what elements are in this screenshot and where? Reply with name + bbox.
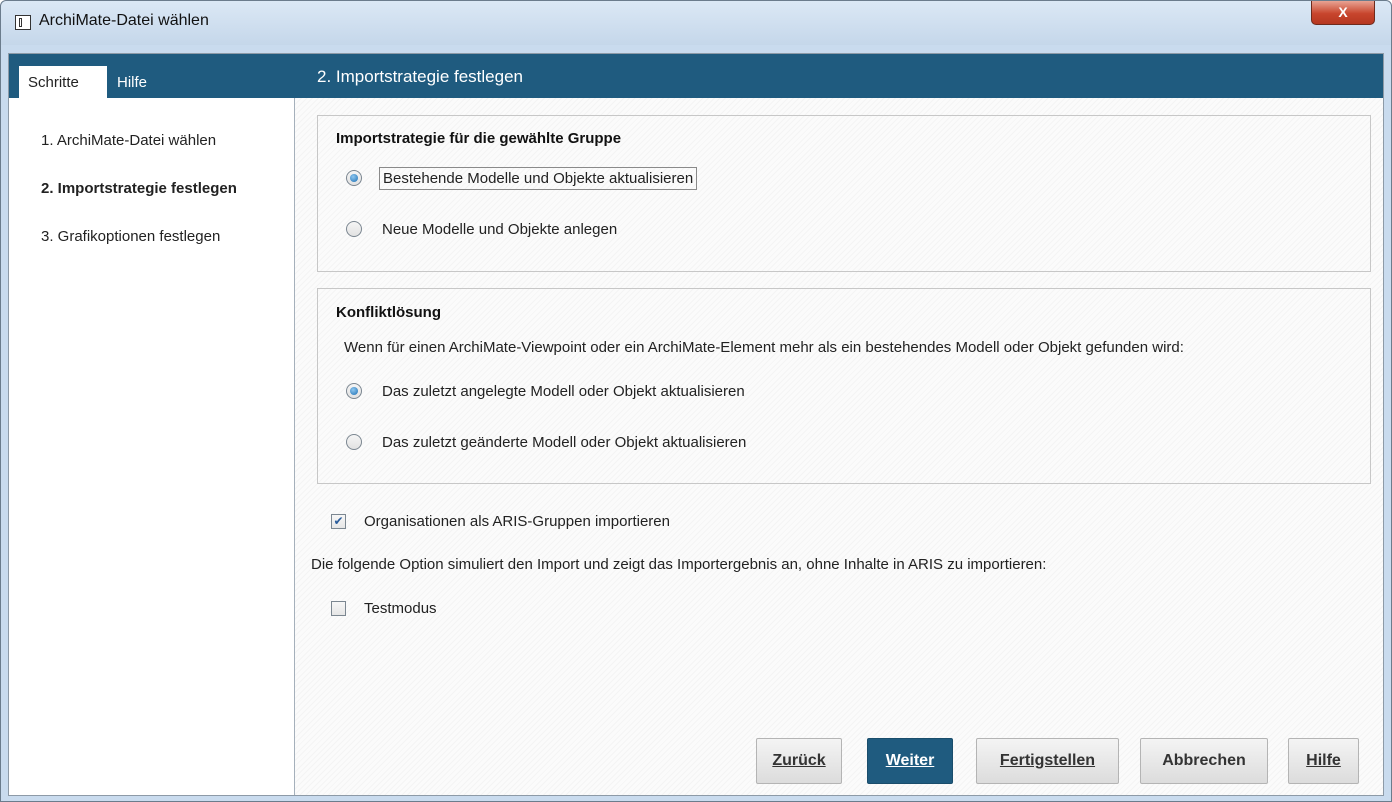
radio-last-modified[interactable]: Das zuletzt geänderte Modell oder Objekt… [346, 430, 749, 454]
help-button-label: Hilfe [1306, 752, 1341, 769]
next-button[interactable]: Weiter [867, 738, 953, 784]
radio-create-new-label[interactable]: Neue Modelle und Objekte anlegen [379, 219, 620, 240]
cancel-button-label: Abbrechen [1162, 752, 1246, 769]
radio-button-checked[interactable] [346, 170, 362, 186]
conflict-resolution-group: Konfliktlösung Wenn für einen ArchiMate-… [317, 288, 1371, 484]
back-button-label: Zurück [772, 752, 826, 769]
test-mode-checkbox-label[interactable]: Testmodus [364, 600, 437, 617]
conflict-description: Wenn für einen ArchiMate-Viewpoint oder … [344, 339, 1184, 356]
radio-button[interactable] [346, 434, 362, 450]
radio-create-new[interactable]: Neue Modelle und Objekte anlegen [346, 217, 620, 241]
checkbox-checked[interactable]: ✔ [331, 513, 346, 529]
radio-last-modified-label[interactable]: Das zuletzt geänderte Modell oder Objekt… [379, 432, 749, 453]
simulation-note: Die folgende Option simuliert den Import… [311, 556, 1047, 573]
step-2-item[interactable]: 2. Importstrategie festlegen [41, 180, 237, 197]
tab-hilfe[interactable]: Hilfe [117, 74, 147, 91]
window-icon [15, 15, 31, 30]
org-groups-checkbox-label[interactable]: Organisationen als ARIS-Gruppen importie… [364, 513, 670, 530]
dialog-body: Schritte Hilfe 2. Importstrategie festle… [8, 53, 1384, 796]
radio-update-existing-label[interactable]: Bestehende Modelle und Objekte aktualisi… [379, 166, 698, 190]
step-3-item[interactable]: 3. Grafikoptionen festlegen [41, 228, 220, 245]
next-button-label: Weiter [885, 752, 935, 769]
test-mode-checkbox-row[interactable]: Testmodus [331, 596, 437, 620]
finish-button[interactable]: Fertigstellen [976, 738, 1119, 784]
radio-last-created[interactable]: Das zuletzt angelegte Modell oder Objekt… [346, 379, 748, 403]
radio-update-existing[interactable]: Bestehende Modelle und Objekte aktualisi… [346, 166, 698, 190]
window-title: ArchiMate-Datei wählen [39, 12, 209, 29]
sidebar-tab-bar: Schritte Hilfe [9, 54, 295, 98]
checkbox-unchecked[interactable] [331, 600, 346, 616]
steps-sidebar: 1. ArchiMate-Datei wählen 2. Importstrat… [9, 98, 295, 795]
close-button[interactable]: X [1311, 1, 1375, 25]
conflict-resolution-title: Konfliktlösung [336, 304, 441, 321]
import-strategy-title: Importstrategie für die gewählte Gruppe [336, 130, 622, 147]
page-title: 2. Importstrategie festlegen [295, 54, 1383, 98]
radio-button-checked[interactable] [346, 383, 362, 399]
radio-last-created-label[interactable]: Das zuletzt angelegte Modell oder Objekt… [379, 381, 748, 402]
org-groups-checkbox-row[interactable]: ✔ Organisationen als ARIS-Gruppen import… [331, 509, 670, 533]
finish-button-label: Fertigstellen [999, 752, 1096, 769]
radio-button[interactable] [346, 221, 362, 237]
tab-schritte[interactable]: Schritte [19, 66, 107, 98]
help-button[interactable]: Hilfe [1288, 738, 1359, 784]
cancel-button[interactable]: Abbrechen [1140, 738, 1268, 784]
step-1-item[interactable]: 1. ArchiMate-Datei wählen [41, 132, 216, 149]
main-content: Importstrategie für die gewählte Gruppe … [295, 98, 1383, 795]
back-button[interactable]: Zurück [756, 738, 842, 784]
dialog-window: ArchiMate-Datei wählen X Schritte Hilfe … [0, 0, 1392, 802]
title-bar: ArchiMate-Datei wählen X [1, 1, 1391, 45]
import-strategy-group: Importstrategie für die gewählte Gruppe … [317, 115, 1371, 272]
